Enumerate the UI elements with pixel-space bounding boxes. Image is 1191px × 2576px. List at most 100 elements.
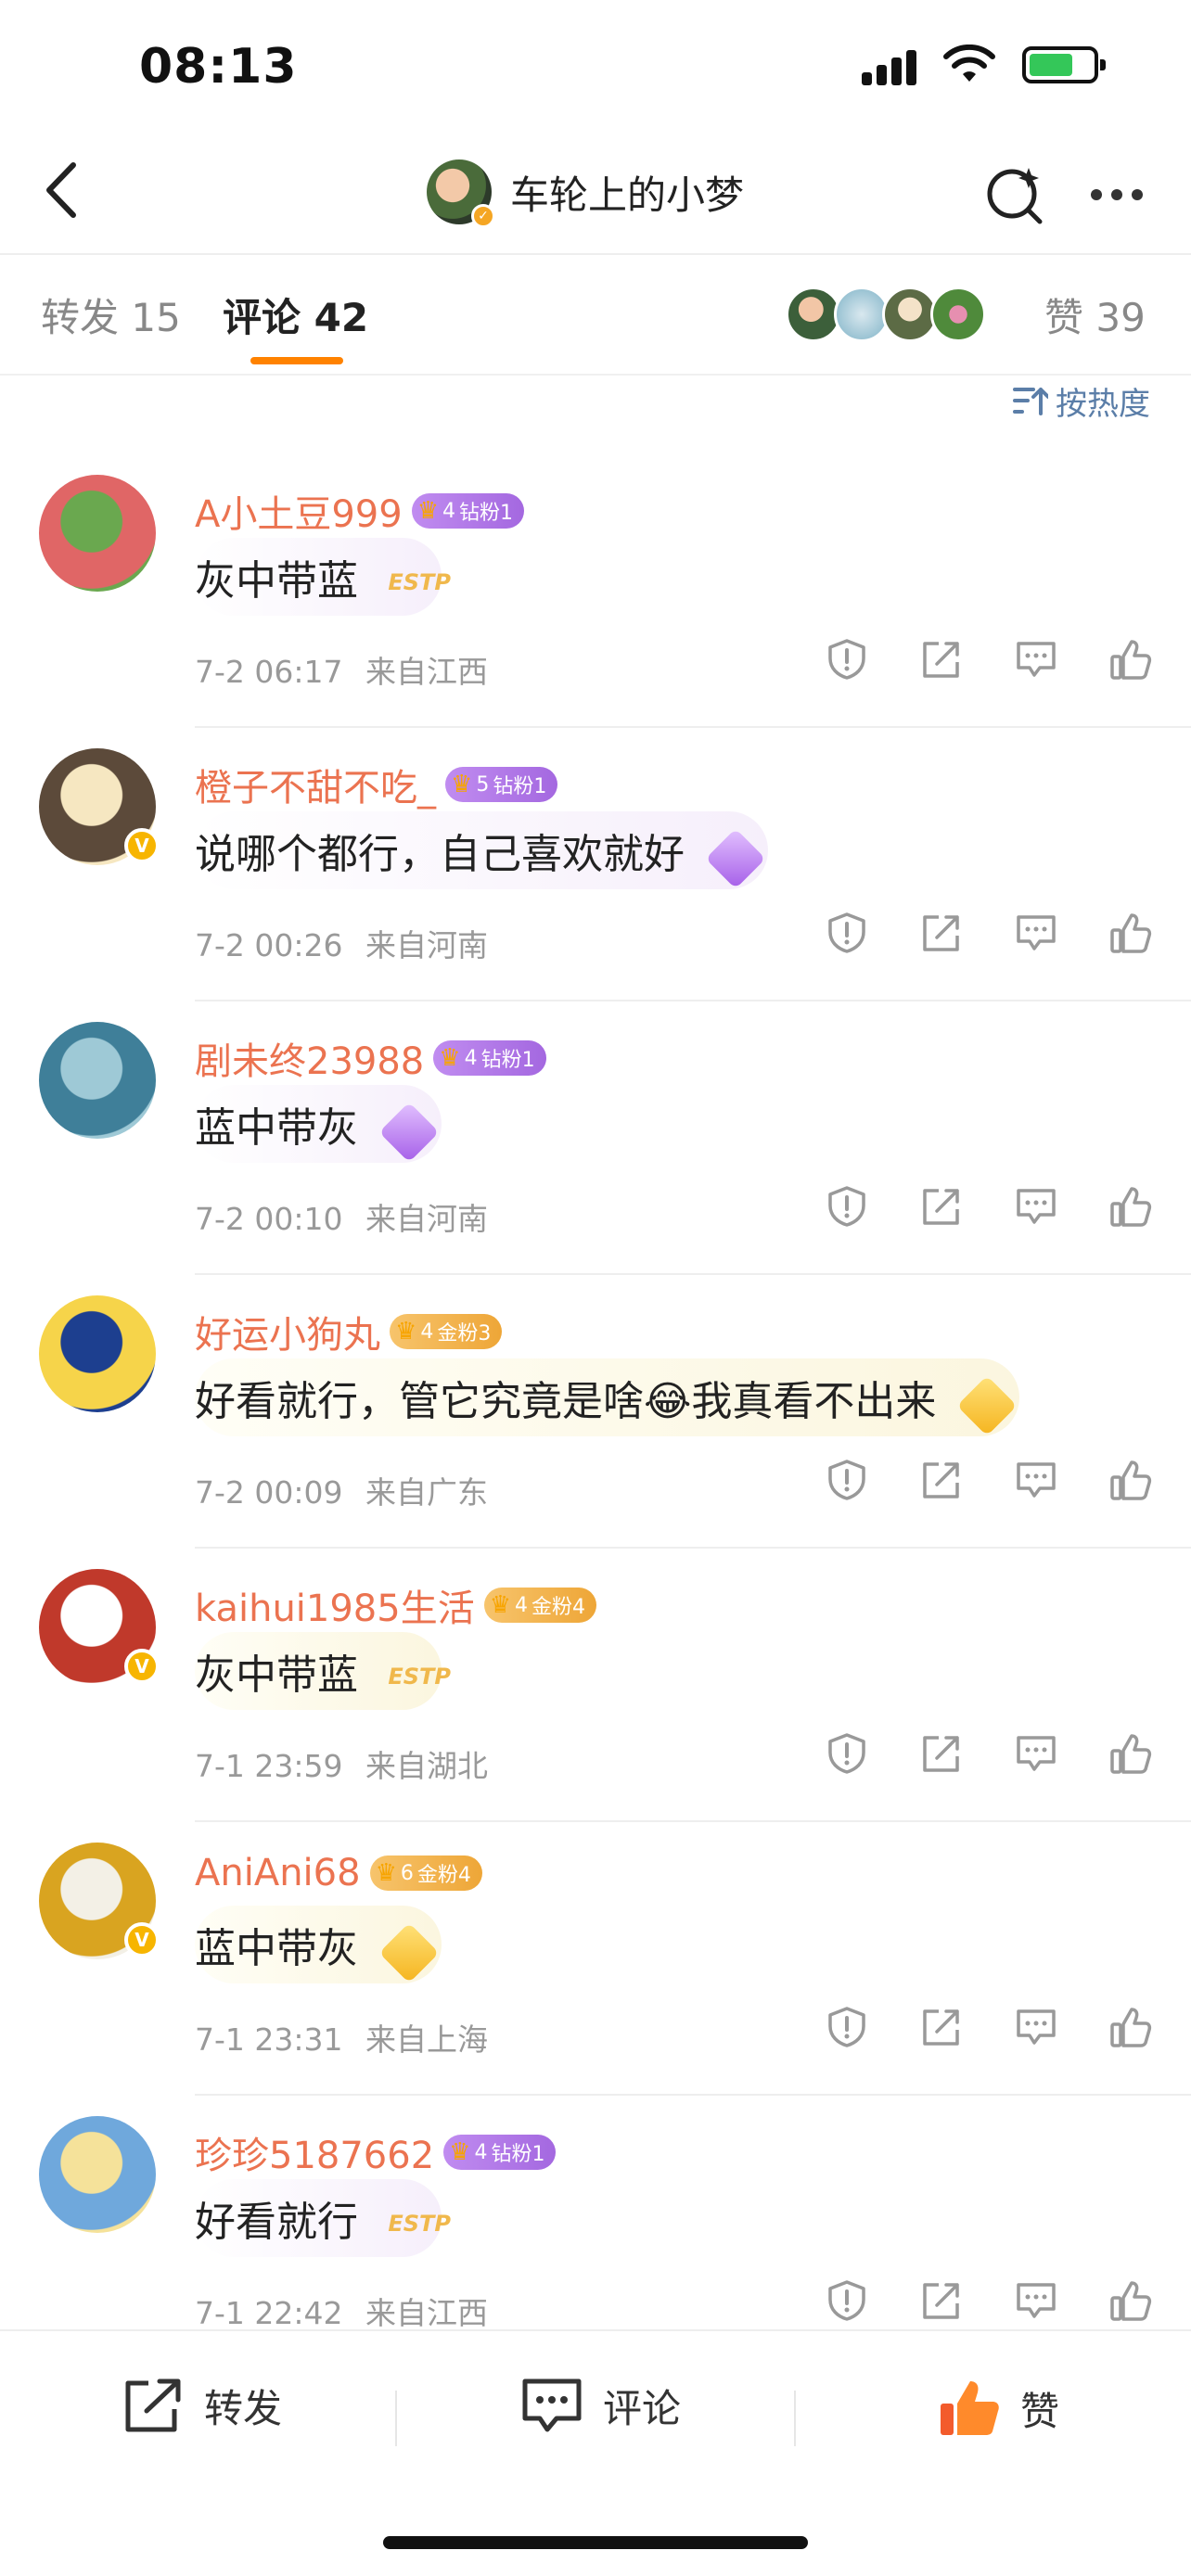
sort-button[interactable]: 按热度 <box>1013 378 1150 424</box>
like-comment-button[interactable] <box>1108 1732 1154 1779</box>
comment-actions <box>824 1185 1154 1231</box>
report-button[interactable] <box>824 2006 870 2052</box>
like-comment-button[interactable] <box>1108 1459 1154 1505</box>
fan-badge[interactable]: ♛ 5 钻粉1 <box>445 767 558 802</box>
comment-header: AniAni68 ♛ 6 金粉4 <box>195 1852 482 1894</box>
more-button[interactable] <box>1080 158 1154 232</box>
nav-user[interactable]: ✓ 车轮上的小梦 <box>427 159 745 228</box>
fan-badge[interactable]: ♛ 4 钻粉1 <box>411 493 525 529</box>
comment-item[interactable]: V kaihui1985生活 ♛ 4 金粉4 灰中带蓝 ESTP 7-1 23:… <box>0 1549 1191 1822</box>
battery-icon <box>1022 46 1106 83</box>
liker-avatars[interactable] <box>786 287 986 342</box>
thumbs-up-icon <box>1109 1185 1152 1231</box>
comment-item[interactable]: V 橙子不甜不吃_ ♛ 5 钻粉1 说哪个都行，自己喜欢就好 7-2 00:26… <box>0 728 1191 1001</box>
reply-button[interactable] <box>1013 638 1059 684</box>
comment-username[interactable]: 好运小狗丸 <box>195 1305 380 1358</box>
fan-badge[interactable]: ♛ 4 钻粉1 <box>433 1040 546 1076</box>
reply-button[interactable] <box>1013 2006 1059 2052</box>
crown-icon: ♛ <box>489 1591 512 1619</box>
comment-item[interactable]: 好运小狗丸 ♛ 4 金粉3 好看就行，管它究竟是啥😂我真看不出来 7-2 00:… <box>0 1275 1191 1549</box>
share-button[interactable] <box>918 2279 965 2326</box>
comment-item[interactable]: 剧未终23988 ♛ 4 钻粉1 蓝中带灰 7-2 00:10 来自河南 <box>0 1001 1191 1275</box>
comment-username[interactable]: kaihui1985生活 <box>195 1578 475 1632</box>
comment-bubble[interactable]: 蓝中带灰 <box>195 1906 442 1983</box>
share-button[interactable] <box>918 2006 965 2052</box>
comment-bubble[interactable]: 蓝中带灰 <box>195 1085 442 1163</box>
liker-avatar <box>786 287 841 342</box>
crown-icon: ♛ <box>439 1044 461 1072</box>
comment-button[interactable]: 评论 <box>519 2376 681 2435</box>
nav-title: 车轮上的小梦 <box>510 172 745 218</box>
reply-button[interactable] <box>1013 912 1059 958</box>
like-comment-button[interactable] <box>1108 912 1154 958</box>
reply-button[interactable] <box>1013 1459 1059 1505</box>
comment-location: 来自湖北 <box>365 1748 488 1784</box>
comment-username[interactable]: A小土豆999 <box>195 484 403 538</box>
nav-bar: ✓ 车轮上的小梦 <box>0 139 1191 255</box>
thumbs-up-icon <box>1109 1459 1152 1505</box>
comment-header: kaihui1985生活 ♛ 4 金粉4 <box>195 1578 597 1632</box>
comment-avatar[interactable] <box>39 475 156 592</box>
report-button[interactable] <box>824 638 870 684</box>
like-button[interactable]: 赞 <box>937 2376 1059 2441</box>
report-button[interactable] <box>824 1732 870 1779</box>
mbti-bubble-tag: ESTP <box>388 2211 451 2237</box>
wifi-icon <box>943 45 995 82</box>
crown-icon: ♛ <box>416 497 440 525</box>
tab-comment-label: 评论 <box>223 295 301 340</box>
liker-avatar <box>834 287 890 342</box>
reply-button[interactable] <box>1013 1185 1059 1231</box>
fan-badge[interactable]: ♛ 4 钻粉1 <box>443 2135 557 2170</box>
reply-button[interactable] <box>1013 1732 1059 1779</box>
comment-bubble[interactable]: 灰中带蓝 ESTP <box>195 538 451 616</box>
comment-bubble[interactable]: 说哪个都行，自己喜欢就好 <box>195 811 768 889</box>
comment-location: 来自河南 <box>365 927 488 963</box>
like-comment-button[interactable] <box>1108 2279 1154 2326</box>
comment-avatar[interactable] <box>39 1022 156 1139</box>
like-comment-button[interactable] <box>1108 1185 1154 1231</box>
comment-text: 好看就行 <box>195 2199 358 2246</box>
comment-bubble[interactable]: 灰中带蓝 ESTP <box>195 1632 451 1710</box>
search-button[interactable] <box>978 158 1052 232</box>
crown-icon: ♛ <box>375 1859 397 1887</box>
comment-meta: 7-1 23:31 来自上海 <box>195 2015 488 2060</box>
like-comment-button[interactable] <box>1108 2006 1154 2052</box>
comment-username[interactable]: 剧未终23988 <box>195 1031 424 1085</box>
comment-username[interactable]: 橙子不甜不吃_ <box>195 758 436 811</box>
reply-icon <box>1015 1185 1057 1231</box>
report-button[interactable] <box>824 1459 870 1505</box>
tab-repost[interactable]: 转发 15 <box>41 287 181 343</box>
repost-button[interactable]: 转发 <box>121 2376 282 2435</box>
tab-like[interactable]: 赞 39 <box>1044 287 1146 343</box>
comment-avatar[interactable] <box>39 1295 156 1412</box>
comment-avatar[interactable] <box>39 2116 156 2233</box>
share-button[interactable] <box>918 1459 965 1505</box>
report-button[interactable] <box>824 912 870 958</box>
comment-bubble[interactable]: 好看就行 ESTP <box>195 2179 451 2257</box>
comment-bubble[interactable]: 好看就行，管它究竟是啥😂我真看不出来 <box>195 1358 1020 1436</box>
share-button[interactable] <box>918 1732 965 1779</box>
comment-item[interactable]: V AniAni68 ♛ 6 金粉4 蓝中带灰 7-1 23:31 来自上海 <box>0 1822 1191 2096</box>
comment-date: 7-2 00:10 <box>195 1201 343 1237</box>
nav-avatar[interactable]: ✓ <box>427 159 495 228</box>
comment-item[interactable]: A小土豆999 ♛ 4 钻粉1 灰中带蓝 ESTP 7-2 06:17 来自江西 <box>0 454 1191 728</box>
reply-button[interactable] <box>1013 2279 1059 2326</box>
fan-badge[interactable]: ♛ 4 金粉3 <box>390 1314 503 1349</box>
report-button[interactable] <box>824 1185 870 1231</box>
comment-username[interactable]: 珍珍5187662 <box>195 2125 434 2179</box>
back-button[interactable] <box>28 158 93 223</box>
fan-badge-level: 6 <box>400 1861 414 1885</box>
share-button[interactable] <box>918 1185 965 1231</box>
comment-username[interactable]: AniAni68 <box>195 1852 361 1894</box>
share-button[interactable] <box>918 638 965 684</box>
comment-item[interactable]: 珍珍5187662 ♛ 4 钻粉1 好看就行 ESTP 7-1 22:42 来自… <box>0 2096 1191 2369</box>
report-button[interactable] <box>824 2279 870 2326</box>
status-time: 08:13 <box>139 39 298 95</box>
verified-icon: V <box>124 1922 160 1958</box>
fan-badge[interactable]: ♛ 4 金粉4 <box>483 1588 597 1623</box>
sort-icon <box>1013 387 1048 415</box>
share-button[interactable] <box>918 912 965 958</box>
like-comment-button[interactable] <box>1108 638 1154 684</box>
tab-comment[interactable]: 评论 42 <box>223 287 368 343</box>
fan-badge[interactable]: ♛ 6 金粉4 <box>369 1855 482 1891</box>
